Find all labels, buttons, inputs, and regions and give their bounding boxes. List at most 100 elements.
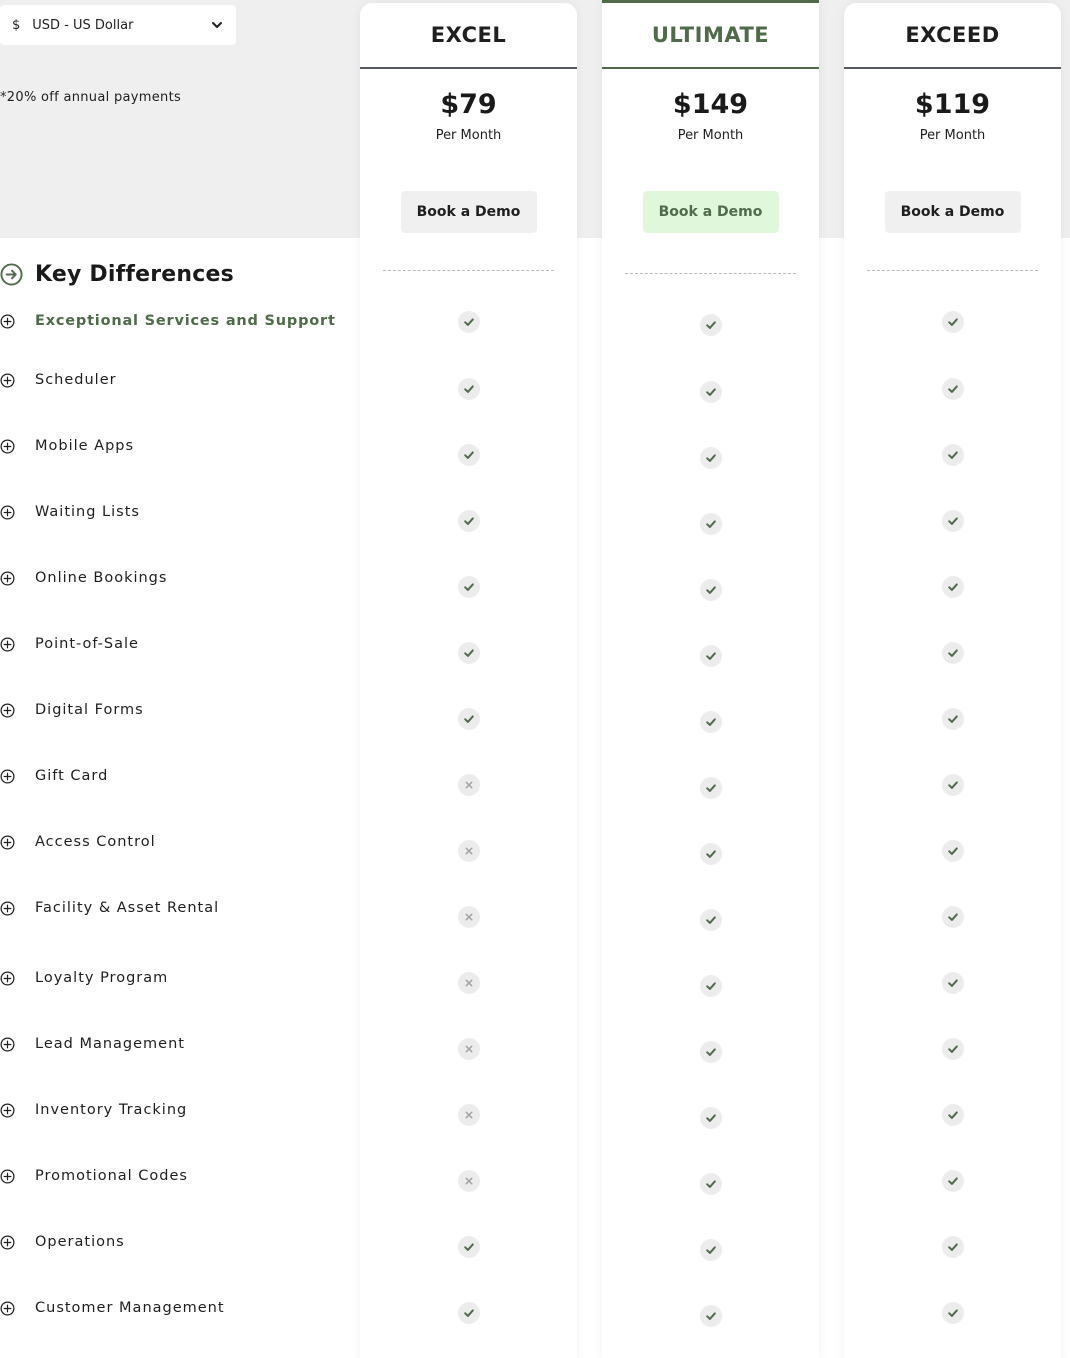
check-icon xyxy=(700,513,722,535)
key-differences-heading: Key Differences xyxy=(0,262,234,287)
feature-row[interactable]: Scheduler xyxy=(0,372,117,388)
check-icon xyxy=(700,645,722,667)
feature-row[interactable]: Lead Management xyxy=(0,1036,185,1052)
section-title: Key Differences xyxy=(35,262,234,287)
book-demo-button[interactable]: Book a Demo xyxy=(400,191,537,233)
check-icon xyxy=(458,378,480,400)
check-icon xyxy=(458,510,480,532)
check-icon xyxy=(700,711,722,733)
cross-icon xyxy=(458,1038,480,1060)
cross-icon xyxy=(458,1104,480,1126)
check-icon xyxy=(700,909,722,931)
plus-circle-icon xyxy=(0,769,15,783)
check-icon xyxy=(942,510,964,532)
plan-price: $79 xyxy=(440,89,497,120)
plan-name: EXCEED xyxy=(844,3,1061,69)
feature-label: Mobile Apps xyxy=(35,438,135,454)
check-icon xyxy=(942,642,964,664)
check-icon xyxy=(942,576,964,598)
check-icon xyxy=(942,311,964,333)
check-icon xyxy=(942,378,964,400)
book-demo-button[interactable]: Book a Demo xyxy=(642,191,779,233)
plus-circle-icon xyxy=(0,1235,15,1249)
feature-row[interactable]: Operations xyxy=(0,1234,125,1250)
feature-row[interactable]: Exceptional Services and Support xyxy=(0,313,336,329)
chevron-down-icon xyxy=(212,22,222,28)
plus-circle-icon xyxy=(0,373,15,387)
feature-row[interactable]: Inventory Tracking xyxy=(0,1102,187,1118)
feature-label: Digital Forms xyxy=(35,702,144,718)
book-demo-button[interactable]: Book a Demo xyxy=(884,191,1021,233)
feature-row[interactable]: Access Control xyxy=(0,834,156,850)
check-icon xyxy=(942,444,964,466)
plan-column-exceed: EXCEED $119 Per Month Book a Demo xyxy=(844,3,1061,1358)
feature-label: Inventory Tracking xyxy=(35,1102,188,1118)
feature-row[interactable]: Waiting Lists xyxy=(0,504,140,520)
feature-label: Promotional Codes xyxy=(35,1168,188,1184)
feature-row[interactable]: Mobile Apps xyxy=(0,438,134,454)
plus-circle-icon xyxy=(0,835,15,849)
cross-icon xyxy=(458,774,480,796)
check-icon xyxy=(942,708,964,730)
plus-circle-icon xyxy=(0,439,15,453)
check-icon xyxy=(458,1236,480,1258)
feature-row[interactable]: Online Bookings xyxy=(0,570,167,586)
check-icon xyxy=(700,843,722,865)
feature-label: Online Bookings xyxy=(35,570,168,586)
feature-label: Gift Card xyxy=(35,768,109,784)
check-icon xyxy=(458,576,480,598)
divider xyxy=(383,270,554,271)
check-icon xyxy=(700,975,722,997)
check-icon xyxy=(458,642,480,664)
check-icon xyxy=(942,1170,964,1192)
plus-circle-icon xyxy=(0,1103,15,1117)
feature-row[interactable]: Customer Management xyxy=(0,1300,225,1316)
currency-label: USD - US Dollar xyxy=(32,17,134,33)
feature-label: Exceptional Services and Support xyxy=(35,313,336,329)
feature-row[interactable]: Promotional Codes xyxy=(0,1168,188,1184)
currency-dropdown[interactable]: $ USD - US Dollar xyxy=(0,5,236,45)
plan-period: Per Month xyxy=(677,128,744,143)
feature-label: Access Control xyxy=(35,834,156,850)
check-icon xyxy=(942,1236,964,1258)
check-icon xyxy=(700,314,722,336)
plan-name: ULTIMATE xyxy=(602,3,819,69)
check-icon xyxy=(942,972,964,994)
cross-icon xyxy=(458,1170,480,1192)
plan-name: EXCEL xyxy=(360,3,577,69)
feature-row[interactable]: Point-of-Sale xyxy=(0,636,139,652)
check-icon xyxy=(700,1305,722,1327)
check-icon xyxy=(700,381,722,403)
plan-price: $149 xyxy=(672,89,749,120)
feature-label: Waiting Lists xyxy=(35,504,140,520)
check-icon xyxy=(700,579,722,601)
feature-label: Facility & Asset Rental xyxy=(35,900,220,916)
plus-circle-icon xyxy=(0,1169,15,1183)
plus-circle-icon xyxy=(0,1037,15,1051)
feature-row[interactable]: Gift Card xyxy=(0,768,108,784)
check-icon xyxy=(700,777,722,799)
check-icon xyxy=(942,840,964,862)
feature-row[interactable]: Facility & Asset Rental xyxy=(0,900,219,916)
check-icon xyxy=(942,774,964,796)
feature-row[interactable]: Digital Forms xyxy=(0,702,144,718)
check-icon xyxy=(700,1173,722,1195)
currency-symbol: $ xyxy=(12,17,21,33)
plan-period: Per Month xyxy=(435,128,502,143)
feature-label: Scheduler xyxy=(35,372,117,388)
plan-period: Per Month xyxy=(919,128,986,143)
arrow-right-circle-icon xyxy=(0,263,23,286)
plan-price: $119 xyxy=(914,89,991,120)
check-icon xyxy=(700,1239,722,1261)
feature-label: Customer Management xyxy=(35,1300,225,1316)
plus-circle-icon xyxy=(0,571,15,585)
feature-label: Lead Management xyxy=(35,1036,185,1052)
plan-column-excel: EXCEL $79 Per Month Book a Demo xyxy=(360,3,577,1358)
check-icon xyxy=(942,906,964,928)
check-icon xyxy=(942,1302,964,1324)
check-icon xyxy=(942,1038,964,1060)
cross-icon xyxy=(458,840,480,862)
plus-circle-icon xyxy=(0,1301,15,1315)
feature-row[interactable]: Loyalty Program xyxy=(0,970,168,986)
plan-column-ultimate: ULTIMATE $149 Per Month Book a Demo xyxy=(602,0,819,1358)
